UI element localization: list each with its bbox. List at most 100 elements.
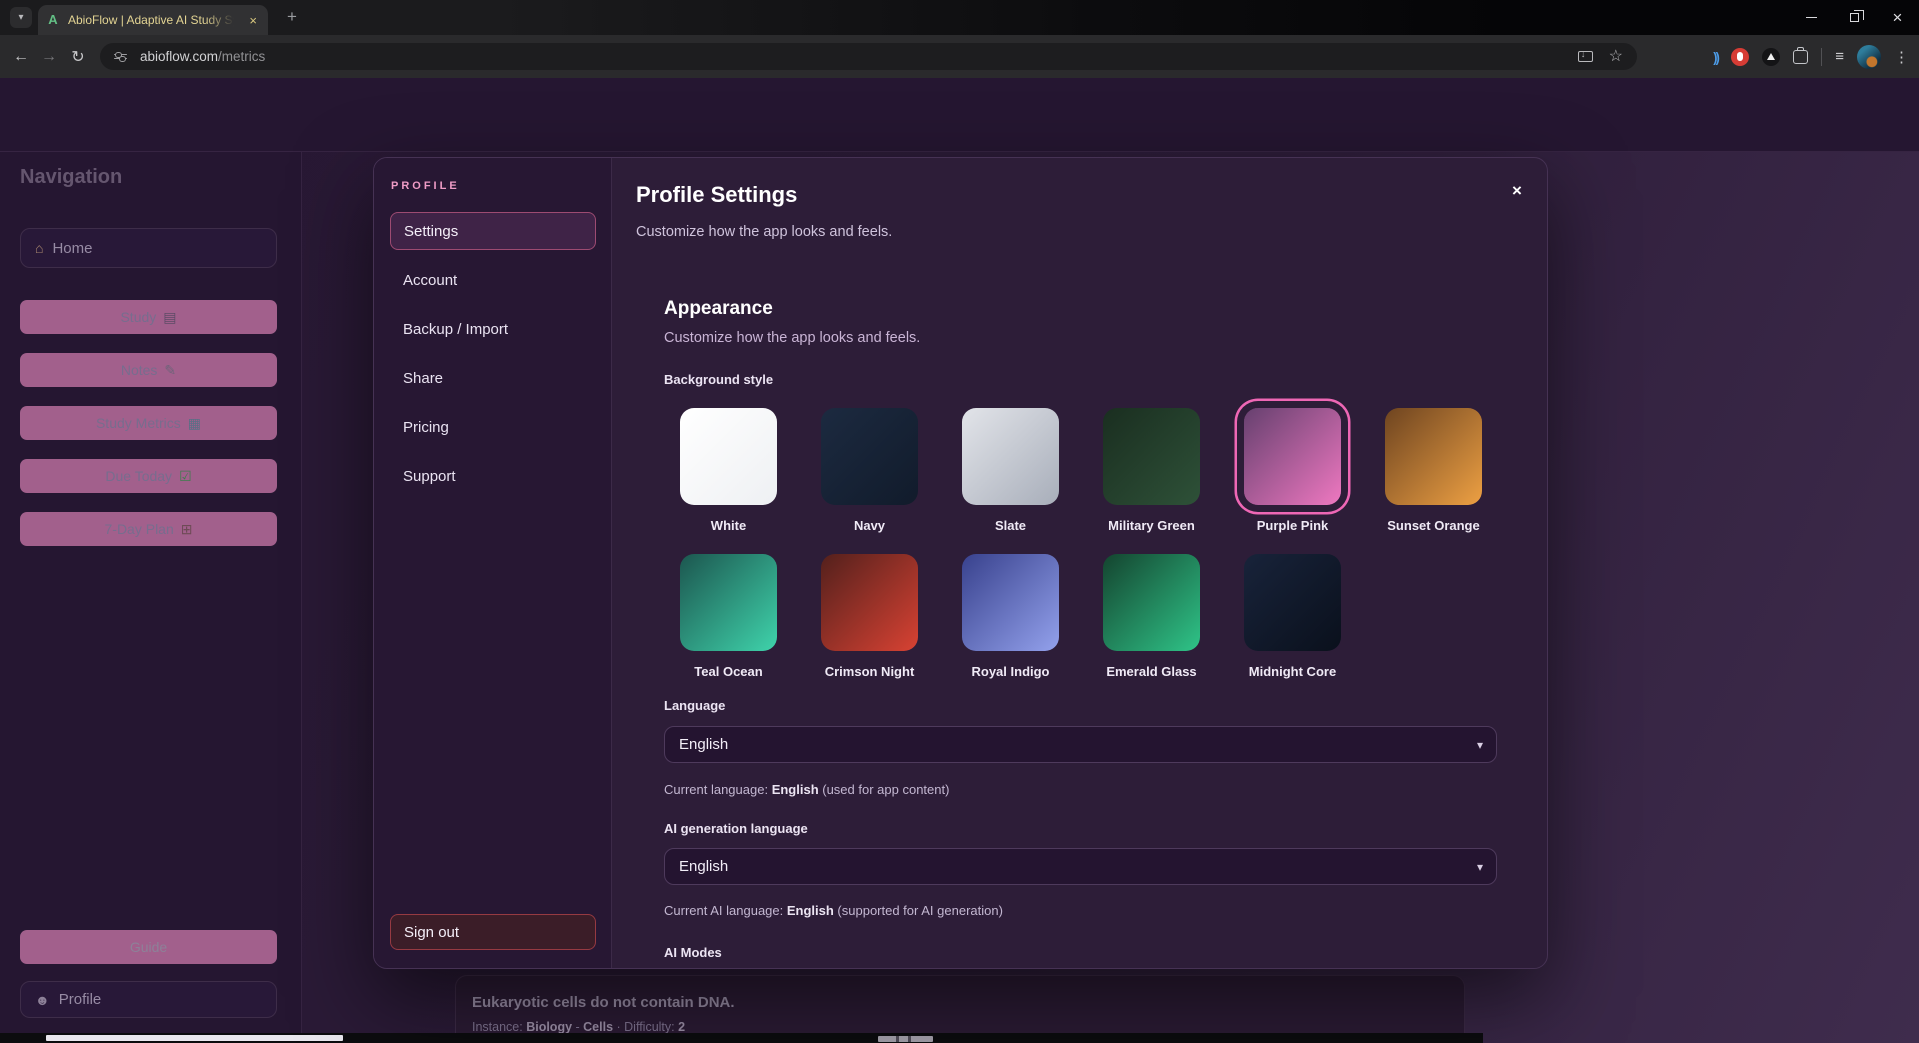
theme-swatch-military-green[interactable]: Military Green (1103, 408, 1200, 533)
theme-swatch-teal-ocean[interactable]: Teal Ocean (680, 554, 777, 679)
language-select[interactable]: English ▾ (664, 726, 1497, 763)
theme-tiles-row-2: Teal Ocean Crimson Night Royal Indigo Emera… (680, 554, 1341, 679)
chevron-down-icon: ▾ (1477, 738, 1483, 752)
home-icon: ⌂ (35, 241, 43, 255)
restore-button[interactable] (1833, 0, 1876, 35)
flashcard-meta: Instance: Biology - Cells · Difficulty: … (472, 1020, 685, 1034)
theme-swatch-label: Military Green (1108, 518, 1195, 533)
scrollbar-thumb-left[interactable] (46, 1035, 343, 1041)
new-tab-button[interactable]: + (282, 7, 302, 27)
profile-settings-modal: PROFILE Settings Account Backup / Import… (373, 157, 1548, 969)
modal-close-icon[interactable]: × (1504, 178, 1530, 204)
theme-swatch-white[interactable]: White (680, 408, 777, 533)
notes-label: Notes (121, 362, 158, 378)
site-settings-icon[interactable] (114, 54, 127, 59)
ai-language-select-value: English (679, 858, 728, 875)
theme-swatch-preview[interactable] (821, 408, 918, 505)
theme-swatch-preview[interactable] (1103, 408, 1200, 505)
theme-swatch-navy[interactable]: Navy (821, 408, 918, 533)
appearance-heading: Appearance (664, 298, 773, 320)
theme-swatch-preview[interactable] (1103, 554, 1200, 651)
theme-swatch-crimson-night[interactable]: Crimson Night (821, 554, 918, 679)
restore-icon (1850, 13, 1859, 22)
browser-menu-icon[interactable]: ⋮ (1894, 48, 1909, 66)
language-select-value: English (679, 736, 728, 753)
bookmark-star-icon[interactable]: ☆ (1609, 49, 1623, 65)
theme-swatch-label: Midnight Core (1249, 664, 1336, 679)
profile-label: Profile (59, 991, 102, 1008)
theme-swatch-emerald-glass[interactable]: Emerald Glass (1103, 554, 1200, 679)
sidebar-item-notes[interactable]: Notes ✎ (20, 353, 277, 387)
tab-favicon: A (46, 13, 60, 27)
minimize-button[interactable] (1790, 0, 1833, 35)
toolbar-separator (1821, 48, 1822, 66)
nav-item-settings[interactable]: Settings (390, 212, 596, 250)
theme-swatch-label: Sunset Orange (1387, 518, 1479, 533)
url-domain: abioflow.com (140, 49, 218, 64)
theme-swatch-label: Slate (995, 518, 1026, 533)
window-controls: × (1790, 0, 1919, 35)
nav-item-backup-import[interactable]: Backup / Import (403, 321, 508, 341)
theme-swatch-preview[interactable] (1385, 408, 1482, 505)
theme-swatch-preview[interactable] (1244, 408, 1341, 505)
flashcard-difficulty: 2 (678, 1020, 685, 1034)
dark-extension-icon[interactable] (1762, 48, 1780, 66)
active-tab[interactable]: A AbioFlow | Adaptive AI Study Sy × (38, 5, 268, 35)
sidebar-item-guide[interactable]: Guide (20, 930, 277, 964)
ai-language-label: AI generation language (664, 821, 808, 836)
nav-item-support[interactable]: Support (403, 468, 456, 488)
scrollbar-thumb-small[interactable] (878, 1036, 933, 1042)
flashcard-subject: Biology (526, 1020, 572, 1034)
theme-tiles-row-1: White Navy Slate Military Green Purple Pink S… (680, 408, 1482, 533)
tab-search-button[interactable]: ▾ (10, 7, 32, 28)
nav-item-pricing[interactable]: Pricing (403, 419, 449, 439)
bar-chart-icon: ▦ (188, 416, 201, 430)
page-top-band (0, 78, 1919, 152)
theme-swatch-preview[interactable] (680, 408, 777, 505)
theme-swatch-slate[interactable]: Slate (962, 408, 1059, 533)
wave-extension-icon[interactable]: )) (1713, 49, 1718, 65)
theme-swatch-label: Crimson Night (825, 664, 915, 679)
theme-swatch-midnight-core[interactable]: Midnight Core (1244, 554, 1341, 679)
theme-swatch-preview[interactable] (962, 408, 1059, 505)
sidebar-item-due-today[interactable]: Due Today ☑ (20, 459, 277, 493)
due-today-label: Due Today (105, 468, 172, 484)
sidebar-item-study[interactable]: Study ▤ (20, 300, 277, 334)
url-path: /metrics (218, 49, 265, 64)
theme-swatch-preview[interactable] (680, 554, 777, 651)
sidebar-item-home[interactable]: ⌂ Home (20, 228, 277, 268)
theme-swatch-purple-pink[interactable]: Purple Pink (1244, 408, 1341, 533)
tab-close-icon[interactable]: × (246, 12, 260, 29)
browser-tab-strip: ▾ A AbioFlow | Adaptive AI Study Sy × + … (0, 0, 1919, 35)
sign-out-button[interactable]: Sign out (390, 914, 596, 950)
modal-title: Profile Settings (636, 182, 797, 208)
close-window-icon: × (1893, 9, 1903, 26)
ai-language-select[interactable]: English ▾ (664, 848, 1497, 885)
language-helper: Current language: English (used for app … (664, 782, 949, 797)
nav-item-share[interactable]: Share (403, 370, 443, 390)
sidebar-item-study-metrics[interactable]: Study Metrics ▦ (20, 406, 277, 440)
ai-language-helper: Current AI language: English (supported … (664, 903, 1003, 918)
sidebar-item-profile[interactable]: ☻ Profile (20, 981, 277, 1018)
sidebar-heading: Navigation (20, 166, 122, 189)
minimize-icon (1806, 17, 1817, 18)
sidebar-item-7-day-plan[interactable]: 7-Day Plan ⊞ (20, 512, 277, 546)
address-bar[interactable]: abioflow.com/metrics ☆ (100, 43, 1637, 70)
playlist-icon[interactable]: ≡ (1835, 48, 1844, 65)
back-button[interactable]: ← (6, 35, 36, 78)
theme-swatch-sunset-orange[interactable]: Sunset Orange (1385, 408, 1482, 533)
theme-swatch-royal-indigo[interactable]: Royal Indigo (962, 554, 1059, 679)
close-window-button[interactable]: × (1876, 0, 1919, 35)
forward-button[interactable]: → (34, 35, 64, 78)
person-icon: ☻ (35, 993, 50, 1007)
theme-swatch-preview[interactable] (962, 554, 1059, 651)
profile-avatar[interactable] (1857, 45, 1881, 69)
theme-swatch-preview[interactable] (1244, 554, 1341, 651)
study-label: Study (120, 309, 156, 325)
extensions-jar-icon[interactable] (1793, 50, 1808, 64)
nav-item-account[interactable]: Account (403, 272, 457, 292)
install-app-icon[interactable] (1578, 51, 1593, 62)
theme-swatch-preview[interactable] (821, 554, 918, 651)
adblock-extension-icon[interactable] (1731, 48, 1749, 66)
reload-button[interactable]: ↻ (63, 35, 93, 78)
